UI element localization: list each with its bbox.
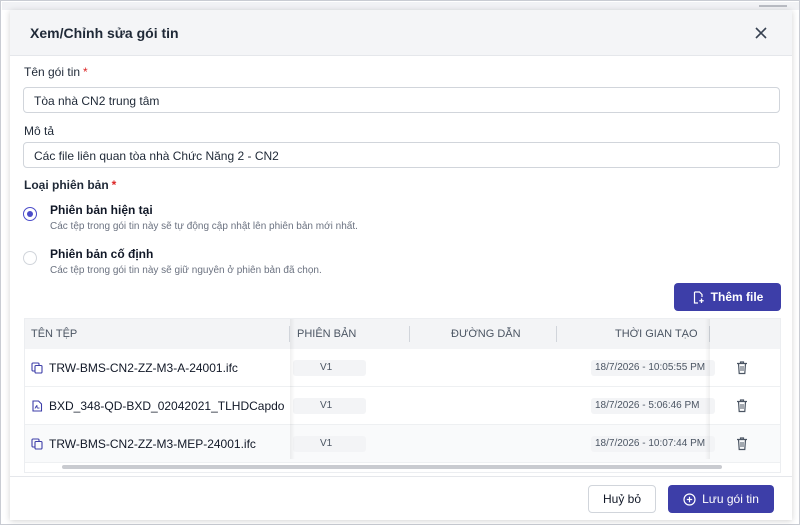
add-file-icon [693, 290, 704, 304]
model-file-icon [31, 438, 43, 450]
version-type-label: Loại phiên bản * [24, 178, 117, 192]
version-badge: V1 [293, 360, 366, 376]
trash-icon[interactable] [735, 398, 749, 413]
table-row[interactable]: BXD_348-QD-BXD_02042021_TLHDCapdo V1 18/… [25, 387, 780, 425]
table-row[interactable]: TRW-BMS-CN2-ZZ-M3-MEP-24001.ifc V1 18/7/… [25, 425, 780, 463]
package-name-input[interactable]: Tòa nhà CN2 trung tâm [23, 87, 780, 113]
trash-icon[interactable] [735, 360, 749, 375]
table-header: TÊN TỆP PHIÊN BẢN ĐƯỜNG DẪN THỜI GIAN TẠ… [25, 319, 780, 349]
required-mark: * [111, 178, 117, 192]
model-file-icon [31, 362, 43, 374]
file-name-cell: BXD_348-QD-BXD_02042021_TLHDCapdo [31, 399, 290, 413]
cancel-button[interactable]: Huỷ bỏ [588, 485, 656, 513]
file-name: TRW-BMS-CN2-ZZ-M3-A-24001.ifc [49, 361, 238, 375]
column-header-name[interactable]: TÊN TỆP [31, 328, 77, 340]
close-icon[interactable] [752, 24, 770, 42]
trash-icon[interactable] [735, 436, 749, 451]
file-name: BXD_348-QD-BXD_02042021_TLHDCapdo [49, 399, 285, 413]
option-title: Phiên bản cố định [50, 247, 154, 261]
files-table: TÊN TỆP PHIÊN BẢN ĐƯỜNG DẪN THỜI GIAN TẠ… [24, 318, 781, 473]
file-name: TRW-BMS-CN2-ZZ-M3-MEP-24001.ifc [49, 437, 256, 451]
version-badge: V1 [293, 398, 366, 414]
package-name-label: Tên gói tin * [24, 65, 88, 79]
created-time: 18/7/2026 - 10:07:44 PM [591, 436, 715, 452]
option-description: Các tệp trong gói tin này sẽ tự động cập… [50, 221, 358, 232]
column-divider [556, 326, 557, 342]
fixed-column-shadow [290, 319, 295, 459]
created-time: 18/7/2026 - 10:05:55 PM [591, 360, 715, 376]
radio-button-fixed[interactable] [23, 251, 37, 265]
column-header-created[interactable]: THỜI GIAN TẠO [615, 328, 698, 340]
horizontal-scrollbar[interactable] [62, 465, 722, 469]
pdf-file-icon [32, 400, 43, 412]
column-divider [409, 326, 410, 342]
column-header-path[interactable]: ĐƯỜNG DẪN [451, 328, 521, 340]
table-row[interactable]: TRW-BMS-CN2-ZZ-M3-A-24001.ifc V1 18/7/20… [25, 349, 780, 387]
option-title: Phiên bản hiện tại [50, 203, 153, 217]
radio-button-current[interactable] [23, 207, 37, 221]
add-file-button[interactable]: Thêm file [674, 283, 781, 311]
description-input[interactable]: Các file liên quan tòa nhà Chức Năng 2 -… [23, 142, 780, 168]
dialog-title: Xem/Chỉnh sửa gói tin [30, 25, 179, 41]
save-package-button[interactable]: Lưu gói tin [668, 485, 774, 513]
column-header-version[interactable]: PHIÊN BẢN [297, 328, 356, 340]
required-mark: * [83, 65, 88, 79]
save-package-label: Lưu gói tin [702, 492, 759, 506]
option-description: Các tệp trong gói tin này sẽ giữ nguyên … [50, 265, 322, 276]
window-frame: Xem/Chỉnh sửa gói tin Tên gói tin * Tòa n… [0, 0, 800, 525]
file-name-cell: TRW-BMS-CN2-ZZ-M3-A-24001.ifc [31, 361, 290, 375]
version-badge: V1 [293, 436, 366, 452]
plus-circle-icon [683, 492, 696, 506]
dialog-header: Xem/Chỉnh sửa gói tin [10, 10, 792, 56]
created-time: 18/7/2026 - 5:06:46 PM [591, 398, 715, 414]
fixed-column-shadow [705, 319, 710, 459]
file-name-cell: TRW-BMS-CN2-ZZ-M3-MEP-24001.ifc [31, 437, 290, 451]
top-strip-accent [759, 5, 787, 7]
add-file-label: Thêm file [710, 290, 764, 304]
dialog-footer: Huỷ bỏ Lưu gói tin [10, 476, 792, 520]
edit-package-dialog: Xem/Chỉnh sửa gói tin Tên gói tin * Tòa n… [10, 10, 792, 520]
top-strip [2, 2, 799, 10]
description-label: Mô tả [24, 124, 55, 138]
